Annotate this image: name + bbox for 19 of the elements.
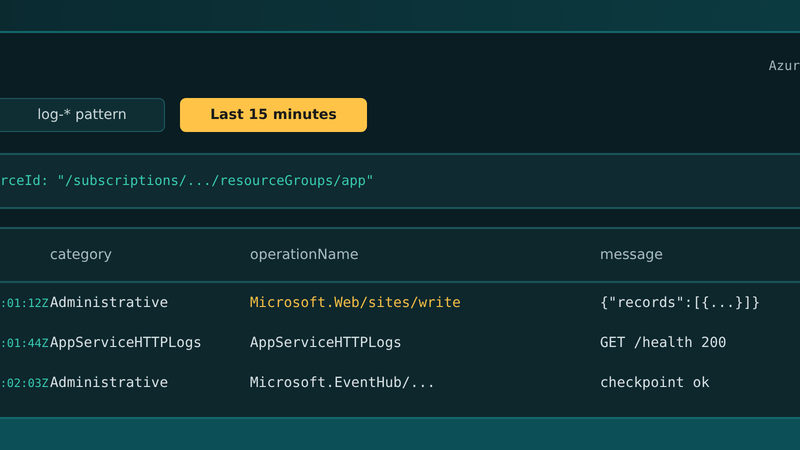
table-cell-text: Microsoft.Web/sites/write (250, 294, 462, 311)
table-cell-text: AppServiceHTTPLogs (50, 334, 203, 351)
table-cell-text: GET /health 200 (600, 334, 728, 351)
table-cell-text: {"records":[{...}]} (600, 294, 762, 311)
column-header[interactable]: category (50, 246, 250, 263)
filter-button[interactable]: Last 15 minutes (180, 98, 367, 132)
header-label: Azur (768, 59, 800, 74)
table-cell-text: AppServiceHTTPLogs (250, 334, 403, 351)
table-cell-text: Microsoft.EventHub/... (250, 374, 436, 391)
query-text[interactable]: rceId: "/subscriptions/.../resourceGroups/app" (0, 172, 374, 189)
time-cell-text: :02:03Z (0, 376, 50, 390)
time-cell-text: :01:44Z (0, 336, 50, 350)
table-cell-text: Administrative (50, 294, 170, 311)
time-cell-text: :01:12Z (0, 296, 50, 310)
column-header[interactable]: operationName (250, 246, 600, 263)
filter-button[interactable]: log-* pattern (0, 98, 165, 132)
table-cell-text: checkpoint ok (600, 374, 711, 391)
table-cell-text: Administrative (50, 374, 170, 391)
column-header[interactable]: message (600, 246, 800, 263)
